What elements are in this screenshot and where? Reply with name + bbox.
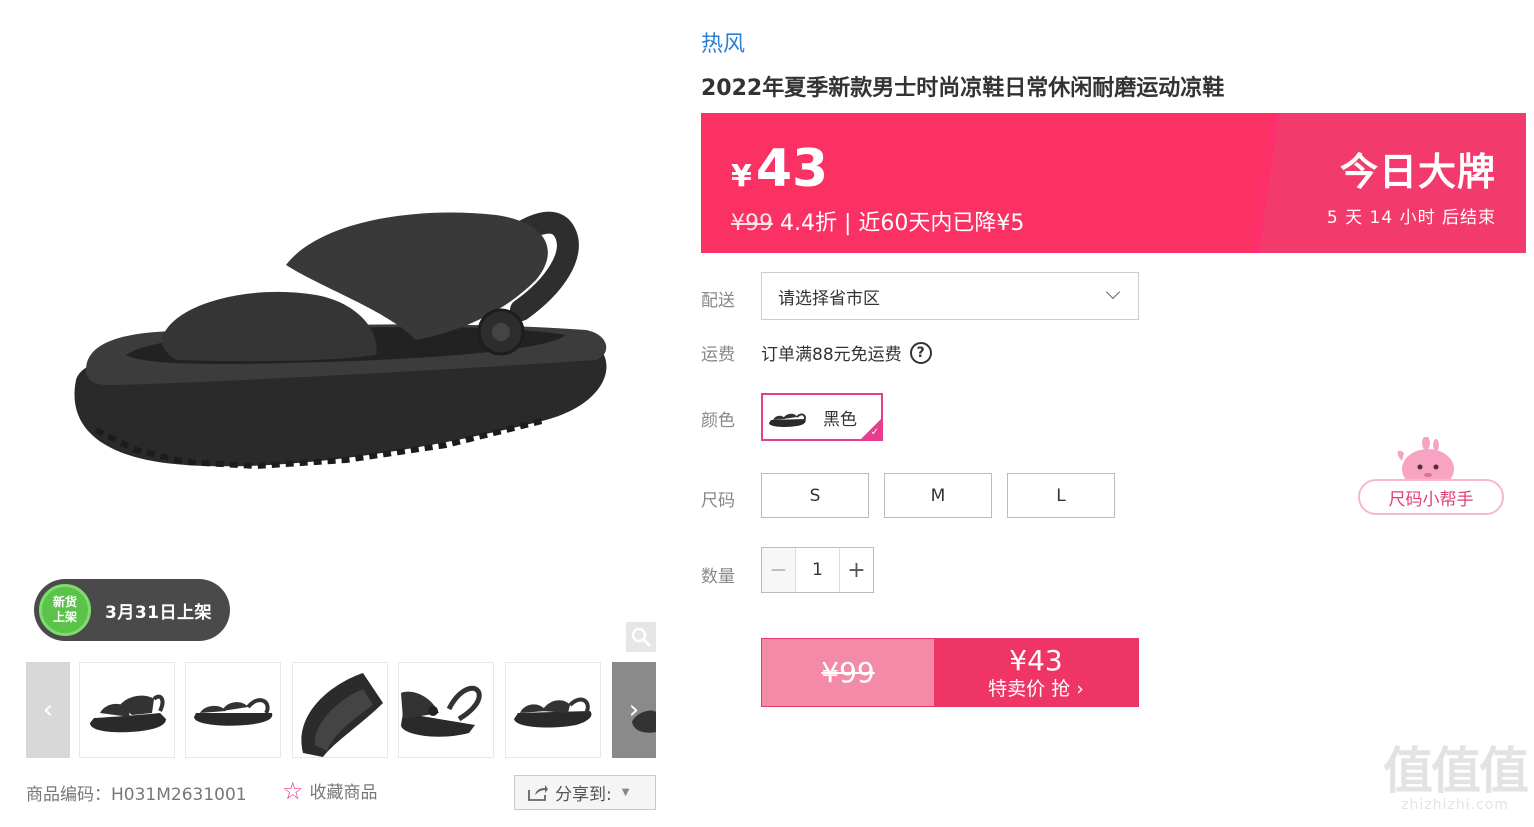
- deal-countdown: 5 天 14 小时 后结束: [1326, 208, 1496, 228]
- help-icon[interactable]: ?: [909, 341, 932, 364]
- product-title: 2022年夏季新款男士时尚凉鞋日常休闲耐磨运动凉鞋: [701, 76, 1225, 101]
- new-arrival-icon: 新货 上架: [39, 584, 91, 636]
- caret-down-icon: ▼: [621, 787, 630, 798]
- thumbnail-2[interactable]: [185, 662, 281, 758]
- price-banner: ¥ 43 ¥99 4.4折 | 近60天内已降¥5 今日大牌 5 天 14 小时…: [701, 113, 1526, 253]
- magnifier-icon: [631, 627, 651, 647]
- arrival-date-text: 3月31日上架: [105, 602, 212, 623]
- current-price: ¥ 43: [731, 139, 828, 199]
- share-label: 分享到:: [555, 785, 612, 805]
- size-helper-button[interactable]: 尺码小帮手: [1358, 437, 1504, 519]
- buy-price-panel: ¥43 特卖价 抢 ›: [934, 639, 1138, 706]
- currency-symbol: ¥: [731, 159, 752, 194]
- discount-text: 4.4折 | 近60天内已降¥5: [773, 211, 1025, 236]
- original-price: ¥99: [731, 211, 773, 236]
- thumbnail-4[interactable]: [398, 662, 494, 758]
- share-icon: [528, 784, 548, 801]
- favorite-label: 收藏商品: [309, 783, 378, 803]
- site-watermark: 值值值 zhizhizhi.com: [1383, 742, 1529, 813]
- quantity-label: 数量: [701, 567, 735, 587]
- deal-title: 今日大牌: [1339, 150, 1496, 194]
- badge-line-1: 新货: [52, 595, 77, 609]
- brand-link[interactable]: 热风: [701, 26, 745, 58]
- share-dropdown[interactable]: 分享到: ▼: [514, 775, 656, 810]
- new-arrival-badge: 新货 上架 3月31日上架: [34, 579, 230, 641]
- watermark-url: zhizhizhi.com: [1401, 797, 1509, 813]
- main-product-image[interactable]: [26, 10, 656, 570]
- size-option-l[interactable]: L: [1007, 473, 1115, 518]
- color-option-label: 黑色: [823, 409, 857, 430]
- delivery-label: 配送: [701, 291, 735, 311]
- watermark-logo: 值值值: [1383, 742, 1529, 800]
- buy-action-label: 特卖价 抢 ›: [988, 677, 1084, 700]
- chevron-left-icon: ‹: [42, 695, 54, 725]
- check-icon: ✓: [870, 427, 879, 438]
- quantity-input[interactable]: 1: [796, 548, 839, 592]
- size-helper-label: 尺码小帮手: [1358, 479, 1504, 515]
- badge-line-2: 上架: [52, 610, 77, 624]
- price-value: 43: [755, 139, 829, 199]
- product-sku: 商品编码：H031M2631001: [26, 785, 247, 805]
- shipping-text: 订单满88元免运费: [761, 345, 902, 365]
- buy-now-button[interactable]: ¥99 ¥43 特卖价 抢 ›: [761, 638, 1139, 707]
- size-option-s[interactable]: S: [761, 473, 869, 518]
- region-select[interactable]: 请选择省市区: [761, 272, 1139, 320]
- color-label: 颜色: [701, 411, 735, 431]
- size-label: 尺码: [701, 491, 735, 511]
- thumb-prev-button[interactable]: ‹: [26, 662, 70, 758]
- buy-original-price: ¥99: [762, 639, 934, 706]
- price-detail: ¥99 4.4折 | 近60天内已降¥5: [731, 205, 1024, 237]
- thumb-next-button[interactable]: ›: [612, 662, 656, 758]
- shipping-info: 订单满88元免运费 ?: [761, 340, 932, 365]
- thumbnail-strip: ‹ ›: [26, 662, 656, 758]
- shipping-label: 运费: [701, 345, 735, 365]
- quantity-decrease-button[interactable]: −: [762, 548, 796, 592]
- buy-price: ¥43: [1009, 643, 1063, 677]
- thumbnail-5[interactable]: [505, 662, 601, 758]
- thumbnail-3[interactable]: [292, 662, 388, 758]
- zoom-button[interactable]: [626, 622, 656, 652]
- size-option-m[interactable]: M: [884, 473, 992, 518]
- chevron-right-icon: ›: [628, 695, 640, 725]
- color-swatch-image: [769, 413, 807, 427]
- color-option-black[interactable]: 黑色 ✓: [761, 393, 883, 441]
- favorite-button[interactable]: ☆ 收藏商品: [282, 776, 378, 805]
- chevron-down-icon: [1105, 284, 1121, 300]
- region-select-value: 请选择省市区: [778, 288, 880, 309]
- quantity-increase-button[interactable]: +: [839, 548, 873, 592]
- thumbnail-1[interactable]: [79, 662, 175, 758]
- quantity-stepper: − 1 +: [761, 547, 874, 593]
- star-icon: ☆: [282, 776, 304, 805]
